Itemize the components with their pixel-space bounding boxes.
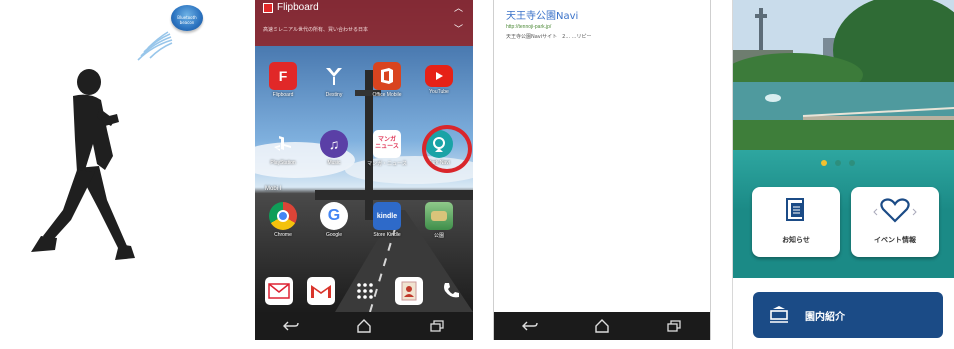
carousel-dot-active[interactable] (821, 160, 827, 166)
carousel-dots[interactable] (821, 160, 855, 166)
app-label: Music (327, 160, 341, 166)
app-gmail[interactable] (299, 277, 343, 305)
menu-panel: お知らせ イベント情報 (733, 150, 954, 278)
back-icon[interactable] (520, 316, 540, 336)
app-label: Destiny (325, 92, 343, 98)
music-icon: ♫ (320, 130, 348, 158)
beacon-label-2: beacon (179, 20, 195, 25)
heart-icon (851, 197, 939, 223)
kindle-icon: kindle (373, 202, 401, 230)
app-label: Flipboard (272, 92, 294, 98)
event-tile-button[interactable]: イベント情報 (851, 187, 939, 257)
manga-news-icon: マンガ ニュース (373, 130, 401, 158)
app-destiny[interactable]: Destiny (312, 62, 356, 98)
app-label: 公園 (433, 233, 444, 239)
back-icon[interactable] (281, 316, 301, 336)
park-intro-button[interactable]: 園内紹介 (753, 292, 943, 338)
home-icon[interactable] (354, 316, 374, 336)
android-navbar (494, 312, 710, 340)
app-label: Store Kindle (373, 232, 401, 238)
app-drawer-icon (351, 277, 379, 305)
recent-apps-icon[interactable] (427, 316, 447, 336)
app-google[interactable]: G Google (312, 202, 356, 238)
flipboard-small-icon (263, 2, 273, 13)
destiny-icon (320, 62, 348, 90)
home-icon[interactable] (592, 316, 612, 336)
park-photo-image (733, 0, 954, 150)
flipboard-icon: F (269, 62, 297, 90)
sign-board-icon (770, 306, 788, 323)
gmail-envelope-icon (265, 277, 293, 305)
app-label: Office Mobile (372, 92, 402, 98)
app-chrome[interactable]: Chrome (261, 202, 305, 238)
app-label: Google (325, 232, 343, 238)
flipboard-notification[interactable]: Flipboard ︿ 高速ミレニアル世代の所有、買い合わせる日本 ﹀ (255, 0, 473, 46)
chevron-down-icon[interactable]: ﹀ (454, 22, 463, 35)
news-document-icon (752, 197, 840, 223)
app-label: YouTube (429, 89, 449, 95)
app-park-map[interactable]: 公園 (417, 202, 461, 239)
page-title-link[interactable]: 天王寺公園Navi (506, 7, 578, 22)
app-phone[interactable] (429, 277, 473, 305)
app-youtube[interactable]: YouTube (417, 62, 461, 95)
android-navbar (255, 312, 473, 340)
walking-person-icon (31, 69, 135, 260)
notification-app-name: Flipboard (277, 2, 319, 13)
carousel-dot[interactable] (835, 160, 841, 166)
app-manga-news[interactable]: マンガ ニュース マンガ・ニュース (365, 130, 409, 167)
app-label: PlayStation (270, 160, 296, 166)
contacts-icon (395, 277, 423, 305)
app-kindle[interactable]: kindle Store Kindle (365, 202, 409, 238)
app-music[interactable]: ♫ Music (312, 130, 356, 166)
phone-browser-screen: 天王寺公園Navi http://tennoji-park.jp/ 天王寺公園N… (493, 0, 711, 340)
park-intro-label: 園内紹介 (805, 311, 845, 323)
page-snippet: 天王寺公園Naviサイト 2... ...リピー (506, 34, 592, 40)
office-icon (373, 62, 401, 90)
folder-label: Mobi I (265, 186, 282, 192)
carousel-dot[interactable] (849, 160, 855, 166)
chrome-icon (269, 202, 297, 230)
recent-apps-icon[interactable] (664, 316, 684, 336)
phone-home-screen: Flipboard ︿ 高速ミレニアル世代の所有、買い合わせる日本 ﹀ F Fl… (255, 0, 473, 340)
app-drawer[interactable] (343, 277, 387, 305)
chevron-up-icon[interactable]: ︿ (454, 1, 463, 14)
app-office[interactable]: Office Mobile (365, 62, 409, 98)
page-url: http://tennoji-park.jp/ (506, 24, 552, 30)
notification-text: 高速ミレニアル世代の所有、買い合わせる日本 (263, 27, 368, 33)
beacon-illustration: Bluetooth beacon (0, 0, 230, 349)
news-tile-button[interactable]: お知らせ (752, 187, 840, 257)
app-contacts[interactable] (387, 277, 431, 305)
playstation-icon (269, 130, 297, 158)
youtube-icon (425, 65, 453, 87)
app-playstation[interactable]: PlayStation (261, 130, 305, 166)
tile-label: お知らせ (782, 236, 810, 244)
tile-label: イベント情報 (874, 236, 916, 244)
app-email[interactable] (257, 277, 301, 305)
highlight-circle (422, 125, 472, 173)
google-icon: G (320, 202, 348, 230)
gmail-icon (307, 277, 335, 305)
phone-park-app-screen: お知らせ イベント情報 園内紹介 (732, 0, 954, 349)
app-flipboard[interactable]: F Flipboard (261, 62, 305, 98)
app-label: マンガ・ニュース (367, 161, 407, 167)
app-label: Chrome (274, 232, 292, 238)
phone-icon (437, 277, 465, 305)
beacon-device-icon: Bluetooth beacon (171, 5, 203, 31)
park-map-icon (425, 202, 453, 230)
